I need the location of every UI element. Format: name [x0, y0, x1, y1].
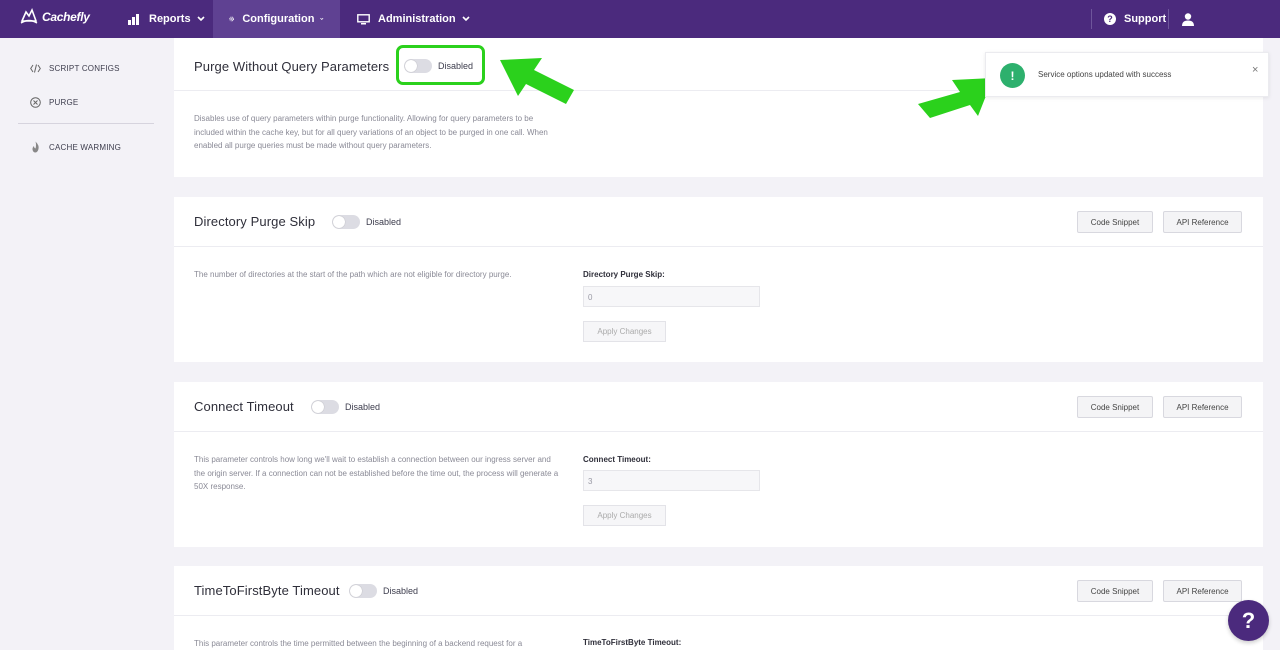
field-label: Directory Purge Skip:: [583, 270, 665, 279]
nav-support-label: Support: [1124, 13, 1167, 25]
sidebar-item-label: SCRIPT CONFIGS: [49, 64, 120, 73]
field-label: TimeToFirstByte Timeout:: [583, 638, 682, 647]
sidebar-divider: [18, 123, 154, 124]
top-navbar: Cachefly Reports Configuration Administr…: [0, 0, 1280, 38]
card-description: The number of directories at the start o…: [194, 270, 512, 279]
toggle-state-label: Disabled: [345, 402, 381, 412]
nav-divider: [1168, 9, 1169, 29]
chevron-down-icon: [196, 16, 205, 22]
code-snippet-button[interactable]: Code Snippet: [1077, 211, 1153, 233]
bar-chart-icon: [128, 13, 139, 25]
circle-x-icon: [30, 97, 41, 108]
nav-administration-label: Administration: [378, 13, 456, 25]
card-header: Directory Purge Skip Disabled Code Snipp…: [174, 197, 1263, 247]
chevron-down-icon: [462, 16, 470, 22]
card-title: TimeToFirstByte Timeout: [194, 583, 340, 598]
user-menu[interactable]: [1170, 0, 1206, 38]
logo-text: Cachefly: [42, 10, 90, 24]
nav-configuration[interactable]: Configuration: [213, 0, 340, 38]
highlight-box: [396, 45, 485, 85]
sidebar-item-script-configs[interactable]: SCRIPT CONFIGS: [30, 64, 120, 73]
api-reference-button[interactable]: API Reference: [1163, 396, 1242, 418]
code-icon: [30, 64, 41, 73]
directory-purge-skip-toggle[interactable]: [332, 215, 360, 229]
nav-administration[interactable]: Administration: [341, 0, 486, 38]
card-connect-timeout: Connect Timeout Disabled Code Snippet AP…: [174, 382, 1263, 547]
monitor-icon: [357, 13, 370, 24]
apply-changes-button[interactable]: Apply Changes: [583, 321, 666, 342]
apply-changes-button[interactable]: Apply Changes: [583, 505, 666, 526]
help-button[interactable]: ?: [1228, 600, 1269, 641]
card-header: Connect Timeout Disabled Code Snippet AP…: [174, 382, 1263, 432]
connect-timeout-input[interactable]: 3: [583, 470, 760, 491]
nav-reports-label: Reports: [149, 13, 191, 25]
card-title: Directory Purge Skip: [194, 214, 316, 229]
cachefly-logo-icon: [20, 7, 38, 24]
green-arrow-icon: [918, 78, 993, 118]
connect-timeout-toggle[interactable]: [311, 400, 339, 414]
api-reference-button[interactable]: API Reference: [1163, 211, 1242, 233]
green-arrow-icon: [500, 58, 574, 104]
ttfb-timeout-toggle[interactable]: [349, 584, 377, 598]
toggle-state-label: Disabled: [366, 217, 402, 227]
card-description: This parameter controls how long we'll w…: [194, 455, 559, 491]
card-header: TimeToFirstByte Timeout Disabled Code Sn…: [174, 566, 1263, 616]
field-label: Connect Timeout:: [583, 455, 651, 464]
sidebar-item-cache-warming[interactable]: CACHE WARMING: [30, 141, 121, 153]
toast-message: Service options updated with success: [1038, 70, 1172, 79]
card-description: This parameter controls the time permitt…: [194, 639, 523, 648]
card-directory-purge-skip: Directory Purge Skip Disabled Code Snipp…: [174, 197, 1263, 362]
close-icon[interactable]: ×: [1252, 64, 1258, 76]
api-reference-button[interactable]: API Reference: [1163, 580, 1242, 602]
code-snippet-button[interactable]: Code Snippet: [1077, 580, 1153, 602]
card-title: Purge Without Query Parameters: [194, 59, 390, 74]
success-toast: ! Service options updated with success ×: [985, 52, 1269, 97]
user-icon: [1182, 12, 1194, 26]
nav-configuration-label: Configuration: [242, 13, 315, 25]
sidebar-item-label: PURGE: [49, 98, 79, 107]
card-ttfb-timeout: TimeToFirstByte Timeout Disabled Code Sn…: [174, 566, 1263, 650]
code-snippet-button[interactable]: Code Snippet: [1077, 396, 1153, 418]
nav-reports[interactable]: Reports: [112, 0, 221, 38]
flame-icon: [32, 141, 39, 153]
card-description: Disables use of query parameters within …: [194, 114, 548, 150]
gear-icon: [229, 16, 235, 22]
sidebar-item-purge[interactable]: PURGE: [30, 97, 78, 108]
success-alert-icon: !: [1000, 63, 1025, 88]
directory-purge-skip-input[interactable]: 0: [583, 286, 760, 307]
svg-text:?: ?: [1107, 14, 1113, 24]
cachefly-logo[interactable]: Cachefly: [18, 6, 90, 28]
sidebar: SCRIPT CONFIGS PURGE CACHE WARMING: [0, 38, 172, 650]
sidebar-item-label: CACHE WARMING: [49, 142, 122, 152]
question-circle-icon: ?: [1104, 13, 1116, 25]
toggle-state-label: Disabled: [383, 586, 419, 596]
chevron-down-icon: [320, 17, 324, 20]
card-title: Connect Timeout: [194, 399, 294, 414]
